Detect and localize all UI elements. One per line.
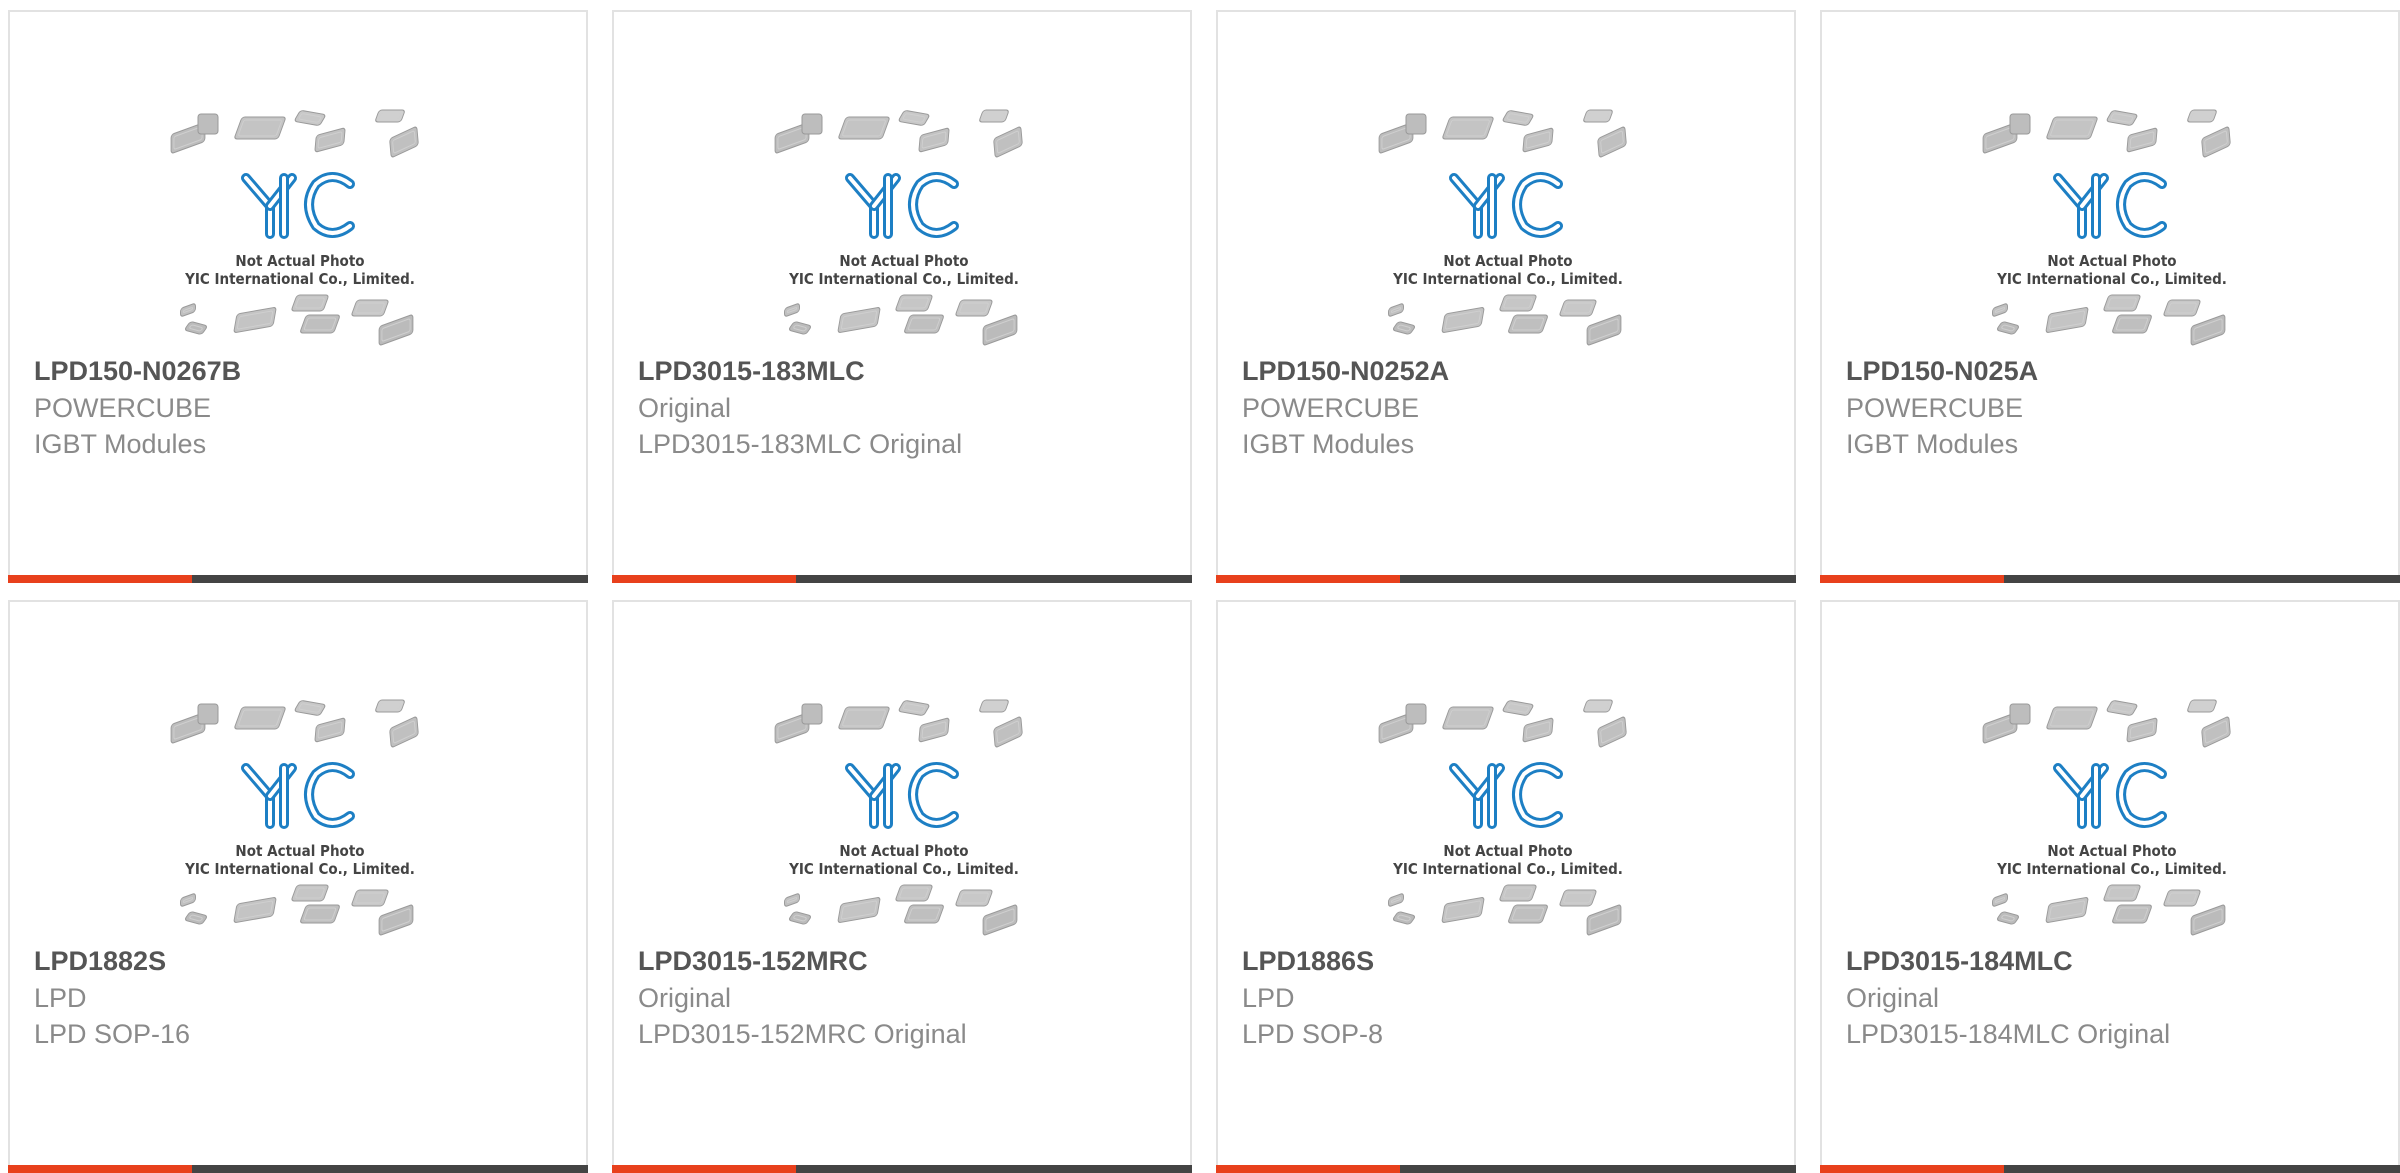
part-number[interactable]: LPD3015-184MLC — [1846, 946, 2073, 977]
manufacturer: Original — [638, 983, 732, 1013]
product-card[interactable]: Not Actual Photo YIC International Co., L… — [1216, 600, 1796, 1173]
placeholder-company: YIC International Co., Limited. — [788, 270, 1019, 288]
chip-montage-icon — [774, 109, 1023, 346]
card-bottom-bar — [8, 575, 588, 583]
manufacturer: Original — [1846, 983, 1940, 1013]
placeholder-caption: Not Actual Photo — [1443, 842, 1572, 860]
product-card[interactable]: Not Actual Photo YIC International Co., L… — [8, 600, 588, 1173]
chip-montage-icon — [774, 699, 1023, 936]
card-bottom-bar — [1216, 575, 1796, 583]
placeholder-image: Not Actual PhotoYIC International Co., L… — [774, 699, 1023, 936]
description: LPD3015-152MRC Original — [638, 1019, 967, 1049]
placeholder-image: Not Actual PhotoYIC International Co., L… — [1982, 699, 2231, 936]
card-bottom-bar — [1820, 1165, 2400, 1173]
part-number[interactable]: LPD150-N0267B — [34, 356, 241, 387]
yic-logo — [241, 762, 355, 829]
product-card[interactable]: Not Actual Photo YIC International Co., L… — [1216, 10, 1796, 583]
placeholder-company: YIC International Co., Limited. — [184, 270, 415, 288]
yic-logo — [845, 172, 959, 239]
product-card[interactable]: Not Actual Photo YIC International Co., L… — [612, 600, 1192, 1173]
placeholder-image: Not Actual PhotoYIC International Co., L… — [170, 699, 419, 936]
yic-logo — [2053, 762, 2167, 829]
yic-logo — [845, 762, 959, 829]
placeholder-caption: Not Actual Photo — [1443, 252, 1572, 270]
yic-logo — [1449, 172, 1563, 239]
chip-montage-icon — [170, 699, 419, 936]
chip-montage-icon — [1982, 109, 2231, 346]
manufacturer: POWERCUBE — [1242, 393, 1420, 423]
description: IGBT Modules — [34, 429, 207, 459]
part-number[interactable]: LPD3015-152MRC — [638, 946, 868, 977]
placeholder-company: YIC International Co., Limited. — [1996, 860, 2227, 878]
placeholder-company: YIC International Co., Limited. — [788, 860, 1019, 878]
part-number[interactable]: LPD150-N025A — [1846, 356, 2038, 387]
product-card[interactable]: Not Actual Photo YIC International Co., L… — [1820, 600, 2400, 1173]
placeholder-caption: Not Actual Photo — [2047, 252, 2176, 270]
manufacturer: Original — [638, 393, 732, 423]
part-number[interactable]: LPD1882S — [34, 946, 166, 977]
placeholder-company: YIC International Co., Limited. — [1996, 270, 2227, 288]
part-number[interactable]: LPD1886S — [1242, 946, 1374, 977]
product-card[interactable]: Not Actual Photo YIC International Co., L… — [1820, 10, 2400, 583]
chip-montage-icon — [170, 109, 419, 346]
card-bottom-bar — [612, 1165, 1192, 1173]
chip-montage-icon — [1378, 109, 1627, 346]
placeholder-image: Not Actual PhotoYIC International Co., L… — [774, 109, 1023, 346]
product-card[interactable]: Not Actual Photo YIC International Co., L… — [8, 10, 588, 583]
card-bottom-bar — [1820, 575, 2400, 583]
placeholder-caption: Not Actual Photo — [235, 252, 364, 270]
manufacturer: POWERCUBE — [1846, 393, 2024, 423]
yic-logo — [2053, 172, 2167, 239]
manufacturer: LPD — [34, 983, 87, 1013]
placeholder-caption: Not Actual Photo — [235, 842, 364, 860]
placeholder-caption: Not Actual Photo — [839, 842, 968, 860]
placeholder-image: Not Actual PhotoYIC International Co., L… — [1378, 109, 1627, 346]
placeholder-company: YIC International Co., Limited. — [1392, 860, 1623, 878]
manufacturer: LPD — [1242, 983, 1295, 1013]
placeholder-caption: Not Actual Photo — [839, 252, 968, 270]
card-bottom-bar — [612, 575, 1192, 583]
yic-logo — [241, 172, 355, 239]
placeholder-image: Not Actual PhotoYIC International Co., L… — [170, 109, 419, 346]
part-number[interactable]: LPD150-N0252A — [1242, 356, 1449, 387]
product-grid: Not Actual Photo YIC International Co., L… — [0, 0, 2400, 1173]
part-number[interactable]: LPD3015-183MLC — [638, 356, 865, 387]
placeholder-image: Not Actual PhotoYIC International Co., L… — [1982, 109, 2231, 346]
description: LPD3015-184MLC Original — [1846, 1019, 2171, 1049]
placeholder-caption: Not Actual Photo — [2047, 842, 2176, 860]
description: IGBT Modules — [1242, 429, 1415, 459]
placeholder-company: YIC International Co., Limited. — [1392, 270, 1623, 288]
chip-montage-icon — [1378, 699, 1627, 936]
description: LPD3015-183MLC Original — [638, 429, 963, 459]
description: LPD SOP-8 — [1242, 1019, 1384, 1049]
placeholder-company: YIC International Co., Limited. — [184, 860, 415, 878]
manufacturer: POWERCUBE — [34, 393, 212, 423]
placeholder-image: Not Actual PhotoYIC International Co., L… — [1378, 699, 1627, 936]
card-bottom-bar — [1216, 1165, 1796, 1173]
description: IGBT Modules — [1846, 429, 2019, 459]
product-card[interactable]: Not Actual Photo YIC International Co., L… — [612, 10, 1192, 583]
chip-montage-icon — [1982, 699, 2231, 936]
yic-logo — [1449, 762, 1563, 829]
description: LPD SOP-16 — [34, 1019, 191, 1049]
card-bottom-bar — [8, 1165, 588, 1173]
